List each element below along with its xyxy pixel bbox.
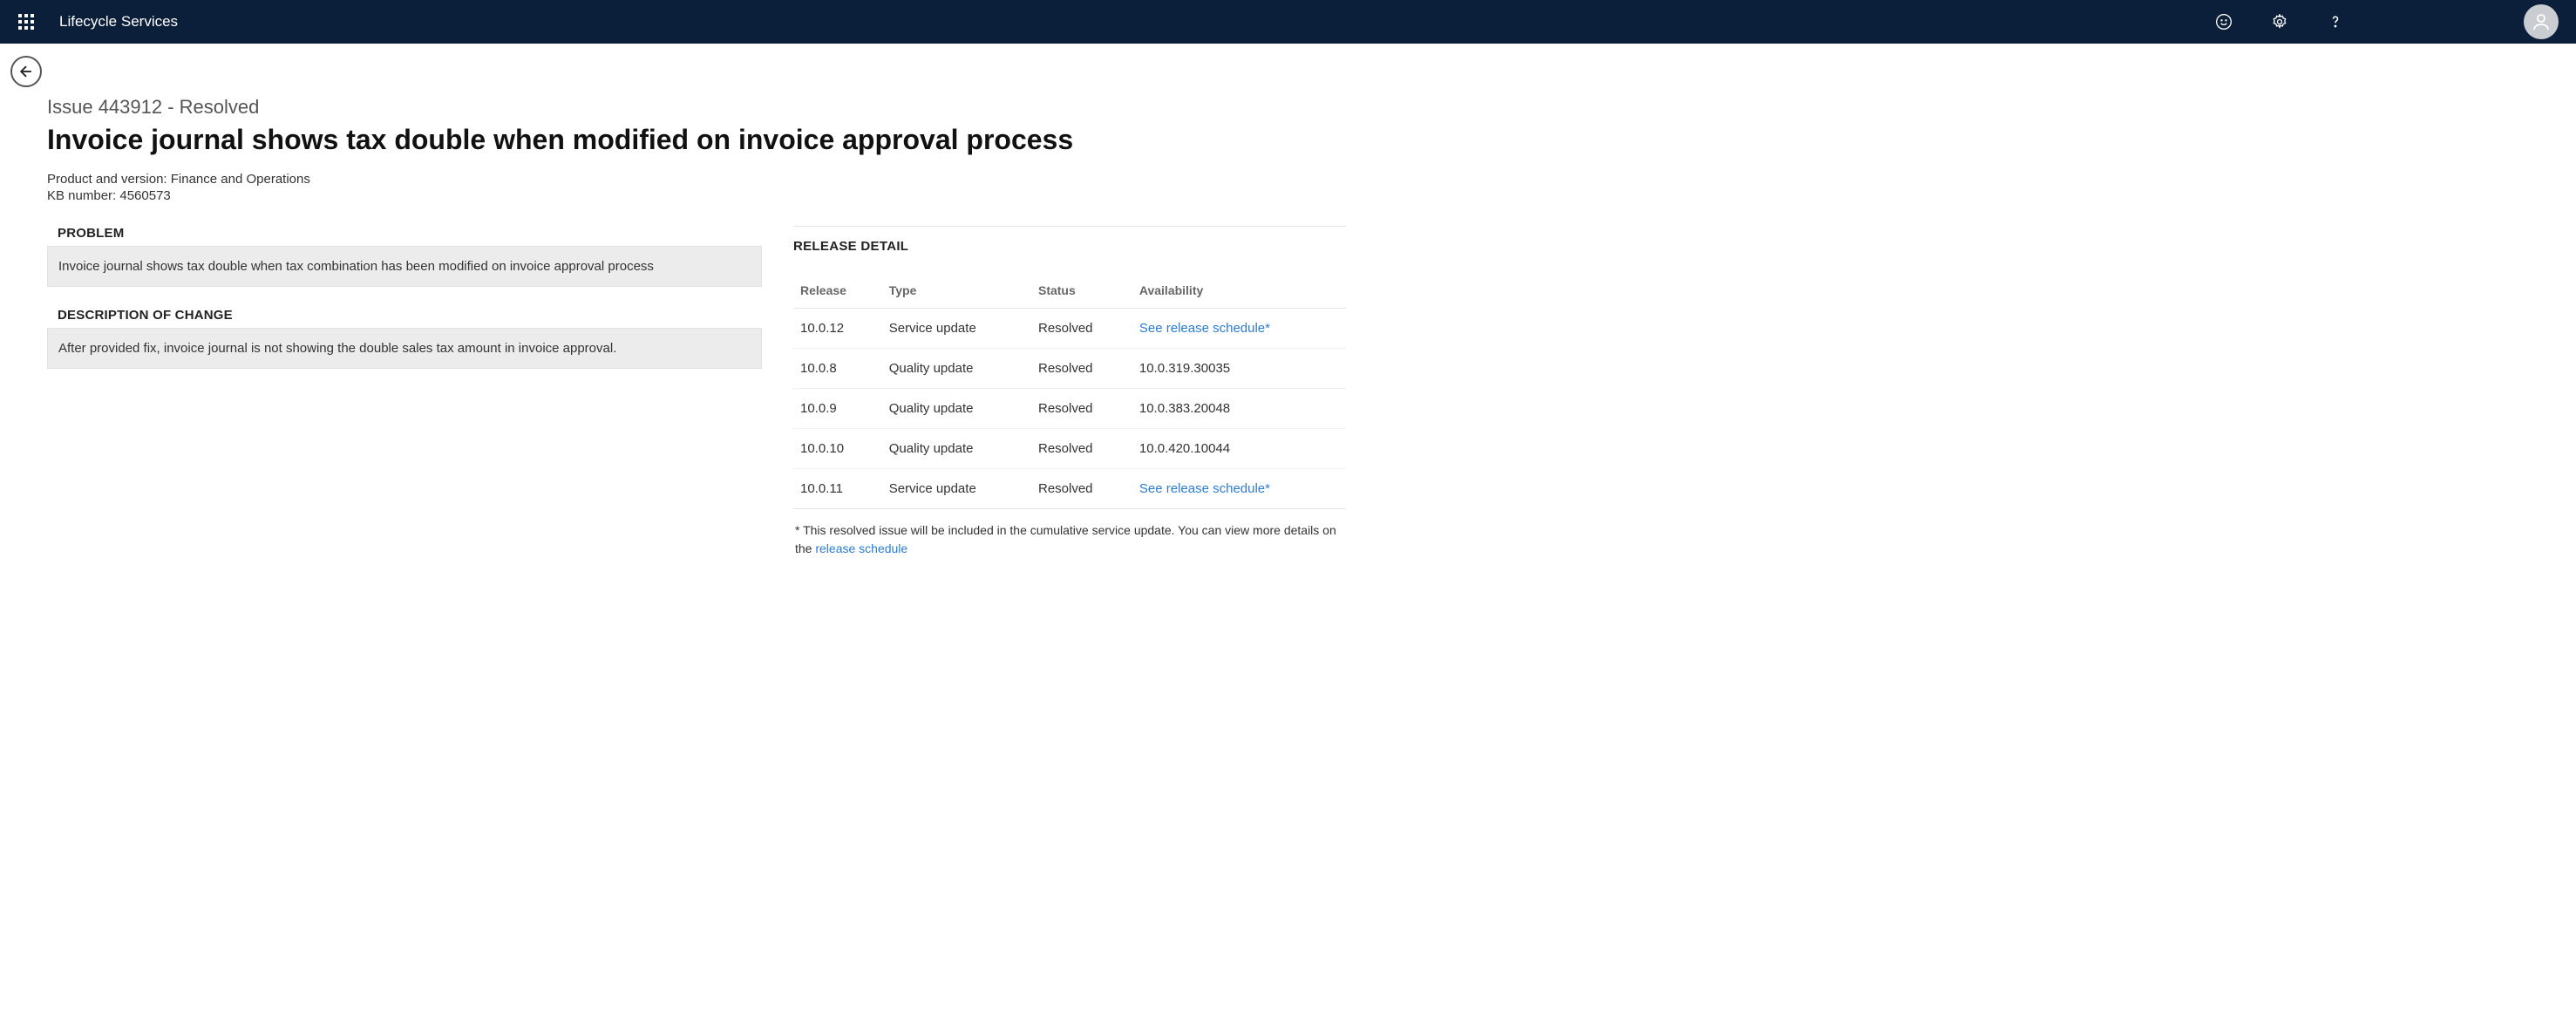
cell-availability: 10.0.420.10044 xyxy=(1132,429,1346,469)
problem-text: Invoice journal shows tax double when ta… xyxy=(47,246,762,287)
table-row: 10.0.8Quality updateResolved10.0.319.300… xyxy=(793,349,1346,389)
back-button[interactable] xyxy=(10,56,42,87)
change-heading: DESCRIPTION OF CHANGE xyxy=(47,308,762,328)
user-name-area xyxy=(2386,9,2491,35)
release-footnote: * This resolved issue will be included i… xyxy=(793,509,1346,563)
app-launcher-button[interactable] xyxy=(9,4,44,39)
cell-type: Service update xyxy=(882,469,1031,509)
release-detail-heading: RELEASE DETAIL xyxy=(793,239,1346,254)
table-row: 10.0.10Quality updateResolved10.0.420.10… xyxy=(793,429,1346,469)
feedback-button[interactable] xyxy=(2210,8,2238,36)
cell-release: 10.0.9 xyxy=(793,389,882,429)
cell-release: 10.0.10 xyxy=(793,429,882,469)
cell-status: Resolved xyxy=(1031,469,1132,509)
top-icons xyxy=(2210,4,2559,39)
release-table: Release Type Status Availability 10.0.12… xyxy=(793,275,1346,509)
product-version: Product and version: Finance and Operati… xyxy=(47,172,1346,187)
change-text: After provided fix, invoice journal is n… xyxy=(47,328,762,369)
col-release: Release xyxy=(793,275,882,309)
cell-availability: 10.0.383.20048 xyxy=(1132,389,1346,429)
cell-status: Resolved xyxy=(1031,389,1132,429)
cell-availability: See release schedule* xyxy=(1132,309,1346,349)
question-icon xyxy=(2327,13,2344,31)
cell-release: 10.0.12 xyxy=(793,309,882,349)
problem-heading: PROBLEM xyxy=(47,226,762,246)
cell-status: Resolved xyxy=(1031,349,1132,389)
gear-icon xyxy=(2271,13,2288,31)
waffle-icon xyxy=(18,14,34,30)
col-status: Status xyxy=(1031,275,1132,309)
cell-release: 10.0.8 xyxy=(793,349,882,389)
release-schedule-link[interactable]: release schedule xyxy=(815,541,907,555)
arrow-left-icon xyxy=(17,63,35,80)
cell-availability: 10.0.319.30035 xyxy=(1132,349,1346,389)
cell-type: Quality update xyxy=(882,349,1031,389)
table-row: 10.0.11Service updateResolved See release… xyxy=(793,469,1346,509)
cell-release: 10.0.11 xyxy=(793,469,882,509)
top-bar: Lifecycle Services xyxy=(0,0,2576,44)
col-type: Type xyxy=(882,275,1031,309)
cell-type: Quality update xyxy=(882,429,1031,469)
help-button[interactable] xyxy=(2321,8,2349,36)
app-title: Lifecycle Services xyxy=(59,13,178,31)
person-icon xyxy=(2531,11,2552,32)
cell-status: Resolved xyxy=(1031,429,1132,469)
content-area: Issue 443912 - Resolved Invoice journal … xyxy=(0,44,2576,598)
cell-type: Service update xyxy=(882,309,1031,349)
release-detail-panel: RELEASE DETAIL Release Type Status Avail… xyxy=(793,226,1346,563)
smiley-icon xyxy=(2215,13,2233,31)
cell-type: Quality update xyxy=(882,389,1031,429)
kb-number: KB number: 4560573 xyxy=(47,188,1346,203)
cell-status: Resolved xyxy=(1031,309,1132,349)
release-schedule-link[interactable]: See release schedule* xyxy=(1139,481,1270,496)
settings-button[interactable] xyxy=(2266,8,2294,36)
left-column: PROBLEM Invoice journal shows tax double… xyxy=(47,226,762,390)
release-schedule-link[interactable]: See release schedule* xyxy=(1139,321,1270,336)
table-row: 10.0.12Service updateResolved See release… xyxy=(793,309,1346,349)
release-table-header-row: Release Type Status Availability xyxy=(793,275,1346,309)
col-availability: Availability xyxy=(1132,275,1346,309)
user-avatar[interactable] xyxy=(2524,4,2559,39)
issue-id-status: Issue 443912 - Resolved xyxy=(47,96,1346,119)
cell-availability: See release schedule* xyxy=(1132,469,1346,509)
table-row: 10.0.9Quality updateResolved10.0.383.200… xyxy=(793,389,1346,429)
issue-title: Invoice journal shows tax double when mo… xyxy=(47,124,1346,156)
